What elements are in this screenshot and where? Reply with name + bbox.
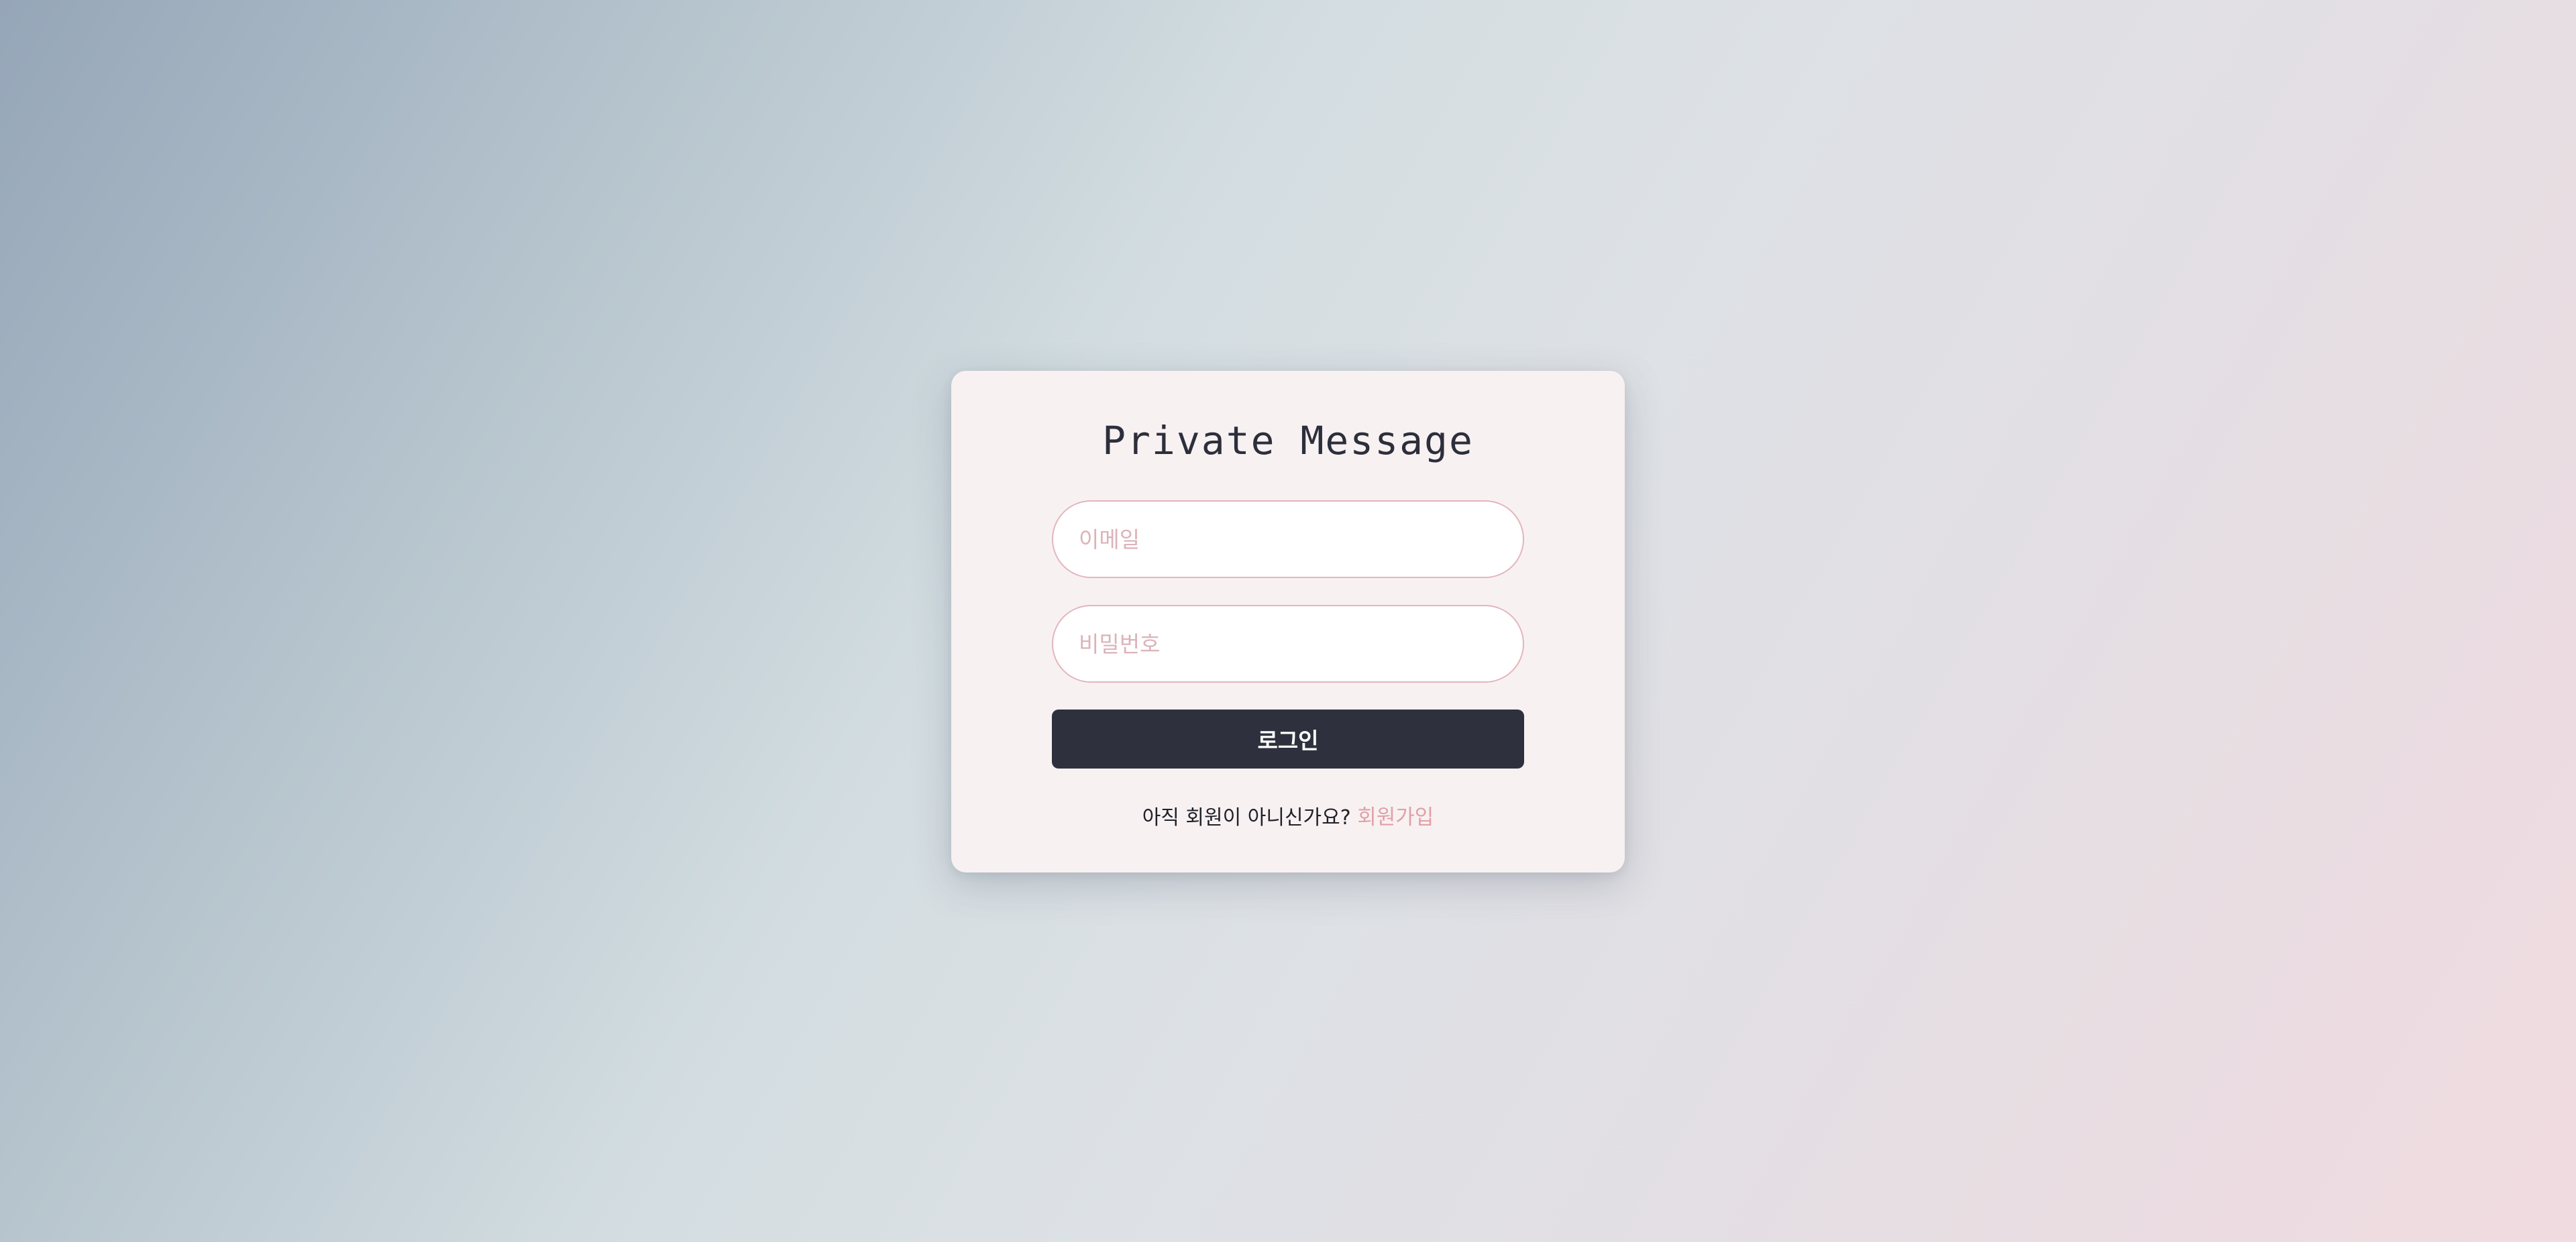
- signup-row: 아직 회원이 아니신가요? 회원가입: [951, 800, 1625, 830]
- email-input[interactable]: [1052, 500, 1524, 578]
- signup-prompt: 아직 회원이 아니신가요?: [1142, 806, 1358, 830]
- login-card: Private Message 로그인 아직 회원이 아니신가요? 회원가입: [951, 371, 1625, 872]
- app-title: Private Message: [1102, 418, 1474, 463]
- login-button[interactable]: 로그인: [1052, 710, 1524, 769]
- password-input[interactable]: [1052, 605, 1524, 683]
- signup-link[interactable]: 회원가입: [1357, 805, 1434, 830]
